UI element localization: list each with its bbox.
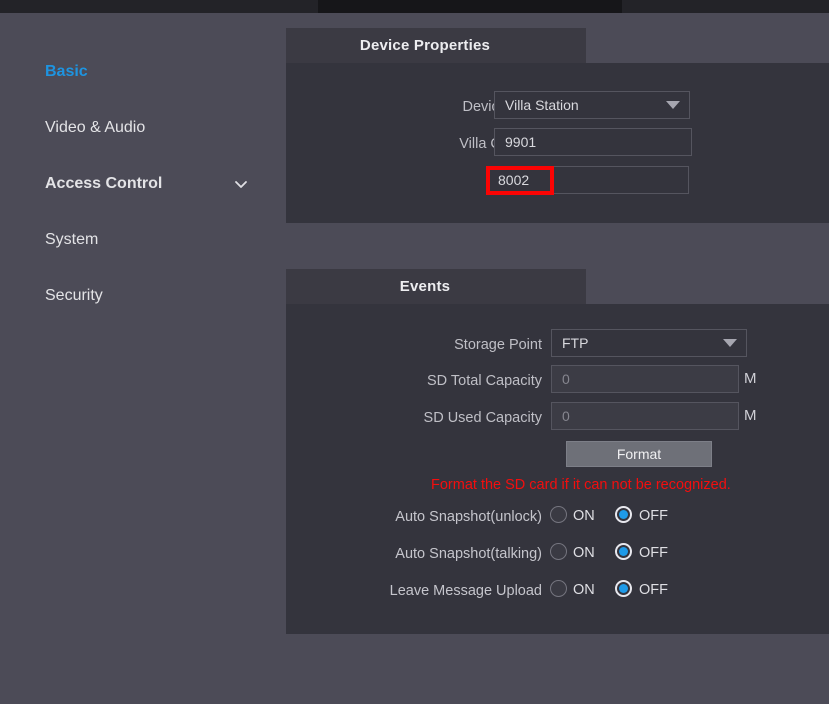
sidebar-item-system[interactable]: System [45,229,98,251]
auto-snapshot-talking-off-label[interactable]: OFF [639,544,668,562]
vto-no-input[interactable] [487,166,689,194]
chevron-down-icon[interactable] [232,175,250,193]
sidebar-item-label: Access Control [45,175,163,192]
sidebar-item-basic[interactable]: Basic [45,61,88,83]
sidebar-item-video-audio[interactable]: Video & Audio [45,117,145,139]
sd-format-warning: Format the SD card if it can not be reco… [431,477,731,493]
storage-point-select[interactable]: FTP [551,329,747,357]
auto-snapshot-unlock-radio-on[interactable] [550,506,567,523]
sidebar-item-label: Video & Audio [45,119,146,136]
villa-call-no-input[interactable] [494,128,692,156]
chevron-down-icon [723,339,737,347]
sidebar-item-security[interactable]: Security [45,285,103,307]
sd-total-capacity-label: SD Total Capacity [427,373,542,389]
auto-snapshot-unlock-radio-off[interactable] [615,506,632,523]
device-properties-tab-label: Device Properties [359,37,491,54]
storage-point-label: Storage Point [454,337,542,353]
device-properties-tab[interactable]: Device Properties [286,28,586,63]
auto-snapshot-talking-radio-on[interactable] [550,543,567,560]
sd-used-capacity-input [551,402,739,430]
sd-used-capacity-label: SD Used Capacity [423,410,542,426]
sidebar-item-label: Security [45,287,103,304]
sidebar-item-label: Basic [45,63,88,80]
sd-total-capacity-unit: M [744,370,757,387]
events-tab-label: Events [399,278,451,295]
format-button[interactable]: Format [566,441,712,467]
events-panel: Events Storage Point FTP SD Total Capaci… [286,269,829,634]
auto-snapshot-unlock-off-label[interactable]: OFF [639,507,668,525]
leave-message-upload-label: Leave Message Upload [389,583,542,599]
auto-snapshot-unlock-label: Auto Snapshot(unlock) [395,509,542,525]
leave-message-upload-off-label[interactable]: OFF [639,581,668,599]
sd-used-capacity-unit: M [744,407,757,424]
auto-snapshot-unlock-on-label[interactable]: ON [573,507,595,525]
chevron-down-icon [666,101,680,109]
leave-message-upload-radio-off[interactable] [615,580,632,597]
sd-total-capacity-input [551,365,739,393]
device-type-select[interactable]: Villa Station [494,91,690,119]
sidebar-item-label: System [45,231,99,248]
leave-message-upload-radio-on[interactable] [550,580,567,597]
auto-snapshot-talking-radio-off[interactable] [615,543,632,560]
auto-snapshot-talking-on-label[interactable]: ON [573,544,595,562]
storage-point-value: FTP [562,335,589,351]
leave-message-upload-on-label[interactable]: ON [573,581,595,599]
device-properties-panel: Device Properties Device Type Villa Stat… [286,28,829,223]
auto-snapshot-talking-label: Auto Snapshot(talking) [395,546,542,562]
device-type-value: Villa Station [505,97,579,113]
sidebar-item-access-control[interactable]: Access Control [45,173,162,195]
sidebar-navigation: Basic Video & Audio Access Control Syste… [0,13,286,704]
window-top-bar-segment [318,0,622,13]
app-window: Basic Video & Audio Access Control Syste… [0,0,829,704]
events-tab[interactable]: Events [286,269,586,304]
